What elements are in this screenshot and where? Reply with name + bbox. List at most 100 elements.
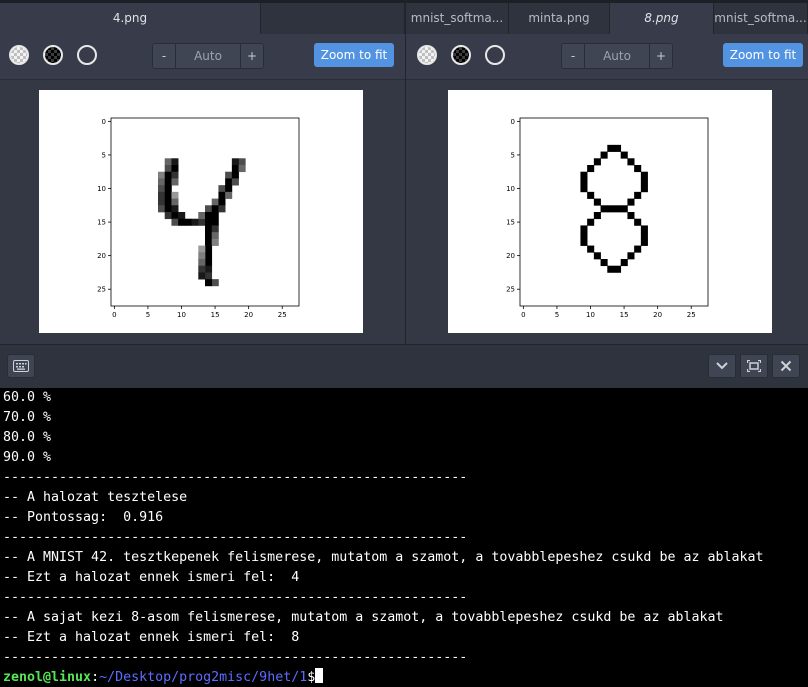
terminal-line: -- A halozat tesztelese (3, 490, 188, 505)
terminal-output[interactable]: 60.0 % 70.0 % 80.0 % 90.0 % ------------… (0, 388, 808, 687)
black-background-button[interactable] (43, 45, 63, 65)
image-pixel (205, 232, 213, 240)
image-pixel (580, 171, 588, 179)
zoom-level[interactable]: Auto (175, 44, 241, 68)
prompt-separator: : (91, 670, 100, 685)
image-pixel (587, 245, 595, 253)
image-pixel (580, 238, 588, 246)
zoom-level[interactable]: Auto (584, 44, 650, 68)
zoom-control: - Auto + (152, 43, 264, 69)
image-pixel (164, 158, 172, 166)
chevron-down-icon[interactable] (708, 354, 736, 378)
zoom-out-button[interactable]: - (562, 44, 584, 68)
zoom-out-button[interactable]: - (153, 44, 175, 68)
image-pixel (225, 171, 233, 179)
tab-mnist-softmax-1[interactable]: mnist_softma... (406, 3, 509, 34)
zoom-in-button[interactable]: + (650, 44, 672, 68)
tab-minta-png[interactable]: minta.png (509, 3, 610, 34)
image-pixel (593, 252, 601, 260)
image-pixel (640, 238, 648, 246)
tab-8-png[interactable]: 8.png (610, 3, 714, 34)
terminal-line: -- A sajat kezi 8-asom felismerese, muta… (3, 610, 724, 625)
image-pixel (231, 171, 239, 179)
image-pixel (205, 272, 213, 280)
y-tick-label: 20 (506, 252, 515, 260)
tab-mnist-softmax-2[interactable]: mnist_softma... (714, 3, 808, 34)
transparent-background-button[interactable] (77, 45, 97, 65)
image-pixel (580, 185, 588, 193)
image-pixel (158, 205, 166, 213)
image-pixel (607, 144, 615, 152)
checker-background-button[interactable] (9, 45, 29, 65)
image-pixel (634, 245, 642, 253)
image-pixel (191, 218, 199, 226)
image-pixel (164, 212, 172, 220)
zoom-to-fit-button[interactable]: Zoom to fit (723, 43, 803, 67)
image-pixel (178, 218, 186, 226)
x-tick-label: 0 (112, 311, 116, 319)
image-pixel (164, 171, 172, 179)
terminal-line: -- Ezt a halozat ennek ismeri fel: 8 (3, 630, 300, 645)
image-pixel (238, 158, 246, 166)
terminal-toolbar (0, 344, 808, 388)
image-pixel (171, 178, 179, 186)
x-tick-label: 0 (521, 311, 525, 319)
image-pixel (627, 158, 635, 166)
image-pixel (600, 151, 608, 159)
checker-background-button[interactable] (417, 45, 437, 65)
terminal-cursor (315, 668, 324, 683)
digit-4-plot: 0 0 5 5 10 10 15 15 20 20 25 25 (39, 90, 363, 333)
x-tick-label: 10 (586, 311, 595, 319)
prompt-user: zenol@linux (3, 670, 92, 685)
transparent-background-button[interactable] (485, 45, 505, 65)
image-pixel (211, 205, 219, 213)
terminal-line: -- A MNIST 42. tesztkepenek felismerese,… (3, 550, 764, 565)
image-pixel (205, 245, 213, 253)
image-pixel (164, 165, 172, 173)
image-pixel (238, 165, 246, 173)
image-pixel (634, 218, 642, 226)
terminal-separator: ----------------------------------------… (3, 530, 468, 545)
image-pixel (627, 212, 635, 220)
image-pixel (580, 178, 588, 186)
image-pixel (640, 178, 648, 186)
image-pixel (205, 225, 213, 233)
image-pixel (593, 158, 601, 166)
terminal-separator: ----------------------------------------… (3, 590, 468, 605)
y-tick-label: 15 (97, 219, 106, 227)
right-toolbar: - Auto + Zoom to fit (406, 34, 808, 78)
tab-empty[interactable] (261, 3, 405, 34)
zoom-in-button[interactable]: + (241, 44, 263, 68)
image-pixel (587, 165, 595, 173)
keyboard-icon[interactable] (7, 354, 35, 378)
image-pixel (600, 259, 608, 267)
y-tick-label: 5 (102, 151, 106, 159)
image-pixel (164, 178, 172, 186)
image-pixel (184, 218, 192, 226)
image-pixel (198, 259, 206, 267)
image-pixel (158, 171, 166, 179)
prompt-symbol: $ (307, 670, 316, 685)
zoom-to-fit-button[interactable]: Zoom to fit (314, 43, 394, 67)
image-pixel (198, 272, 206, 280)
image-pixel (211, 232, 219, 240)
close-icon[interactable] (772, 354, 800, 378)
y-tick-label: 15 (506, 219, 515, 227)
left-tab-bar: 4.png (0, 0, 405, 34)
right-image-viewer: mnist_softma... minta.png 8.png mnist_so… (406, 0, 808, 344)
image-pixel (640, 171, 648, 179)
image-pixel (218, 191, 226, 199)
image-pixel (218, 198, 226, 206)
terminal-line: 90.0 % (3, 450, 52, 465)
y-tick-label: 25 (97, 286, 106, 294)
image-pixel (580, 225, 588, 233)
image-pixel (580, 232, 588, 240)
tab-4-png[interactable]: 4.png (0, 3, 261, 34)
shell-prompt[interactable]: zenol@linux:~/Desktop/prog2misc/9het/1$ (0, 668, 808, 687)
image-pixel (231, 158, 239, 166)
maximize-icon[interactable] (740, 354, 768, 378)
black-background-button[interactable] (451, 45, 471, 65)
image-pixel (640, 185, 648, 193)
image-pixel (171, 191, 179, 199)
image-pixel (211, 218, 219, 226)
